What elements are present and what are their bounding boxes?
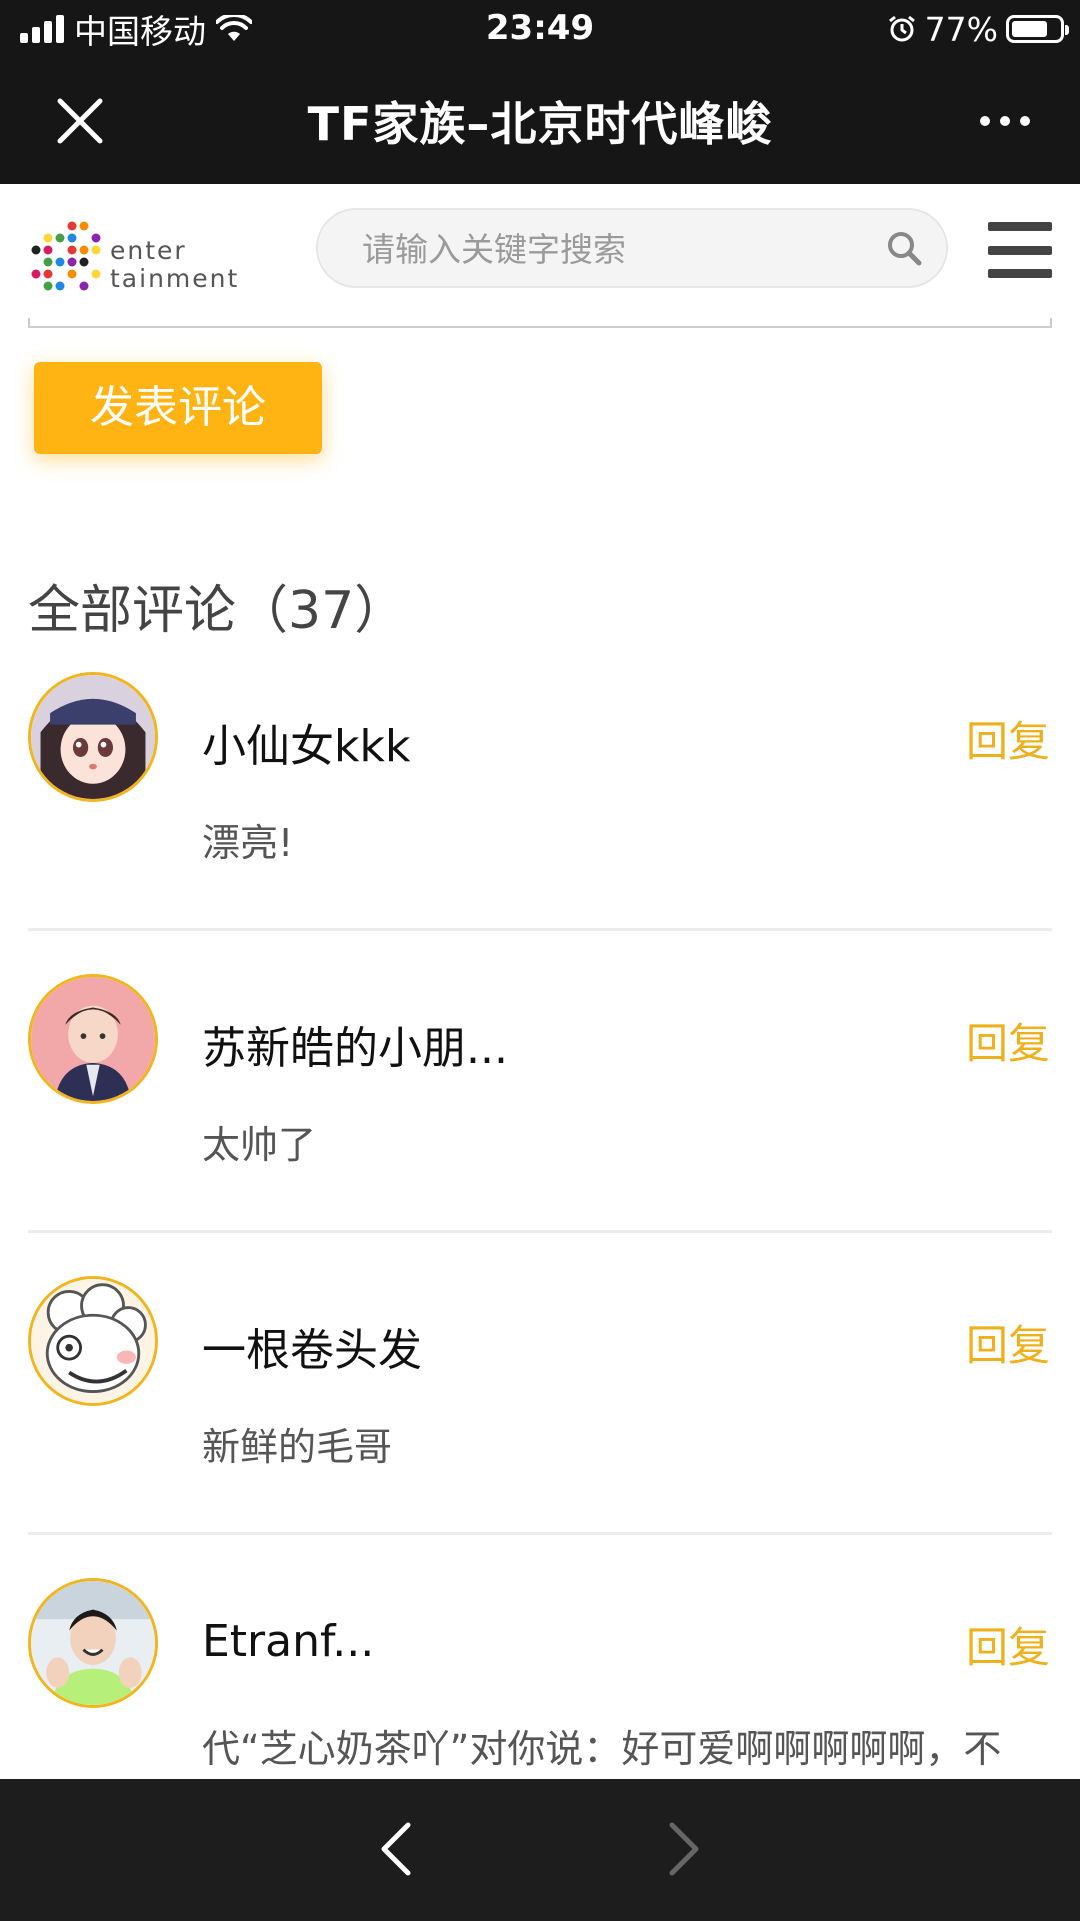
comment-divider bbox=[28, 1532, 1052, 1535]
hamburger-menu-icon[interactable] bbox=[988, 222, 1052, 278]
site-logo[interactable]: enter tainment bbox=[28, 212, 248, 302]
comment-text: 漂亮! bbox=[202, 821, 294, 865]
more-icon[interactable] bbox=[980, 116, 1030, 126]
logo-dot bbox=[67, 245, 77, 255]
comment-divider bbox=[28, 1230, 1052, 1233]
boy-suit-avatar-icon bbox=[31, 977, 155, 1101]
comment-author[interactable]: Etranf... bbox=[202, 1616, 374, 1667]
search-icon[interactable] bbox=[884, 228, 924, 268]
avatar[interactable] bbox=[28, 672, 158, 802]
logo-dot bbox=[67, 257, 77, 267]
comment-text: 太帅了 bbox=[202, 1123, 317, 1167]
logo-dot bbox=[43, 233, 53, 243]
header-divider bbox=[28, 318, 1052, 328]
battery-fill bbox=[1012, 21, 1048, 37]
avatar[interactable] bbox=[28, 1276, 158, 1406]
status-bar: 中国移动 23:49 77% bbox=[0, 0, 1080, 58]
page-title: TF家族–北京时代峰峻 bbox=[307, 97, 773, 151]
comment-item: 一根卷头发 回复 新鲜的毛哥 bbox=[0, 1276, 1080, 1578]
comments-heading: 全部评论（37） bbox=[28, 581, 407, 641]
logo-dot bbox=[43, 281, 53, 291]
logo-dot bbox=[91, 245, 101, 255]
reply-button[interactable]: 回复 bbox=[966, 708, 1050, 769]
status-right: 77% bbox=[887, 8, 1069, 50]
comment-item: 小仙女kkk 回复 漂亮! bbox=[0, 672, 1080, 974]
logo-dot bbox=[31, 245, 41, 255]
logo-dot bbox=[31, 269, 41, 279]
logo-dot bbox=[91, 269, 101, 279]
logo-dot bbox=[43, 245, 53, 255]
logo-dot bbox=[67, 221, 77, 231]
cartoon-sheep-avatar-icon bbox=[31, 1279, 155, 1403]
comment-author[interactable]: 一根卷头发 bbox=[202, 1314, 422, 1378]
logo-dot bbox=[43, 257, 53, 267]
reply-button[interactable]: 回复 bbox=[966, 1614, 1050, 1675]
nav-bar: TF家族–北京时代峰峻 bbox=[0, 58, 1080, 184]
browser-toolbar bbox=[0, 1779, 1080, 1921]
comment-item: 苏新皓的小朋... 回复 太帅了 bbox=[0, 974, 1080, 1276]
search-input[interactable] bbox=[362, 226, 842, 272]
logo-dot bbox=[67, 269, 77, 279]
comment-author[interactable]: 苏新皓的小朋... bbox=[202, 1012, 508, 1076]
alarm-icon bbox=[888, 15, 915, 42]
logo-text-tainment: tainment bbox=[110, 264, 240, 293]
comment-text: 代“芝心奶茶吖”对你说：好可爱啊啊啊啊啊，不 bbox=[202, 1727, 1002, 1771]
battery-percent: 77% bbox=[924, 9, 998, 49]
avatar[interactable] bbox=[28, 1578, 158, 1708]
back-arrow-icon[interactable] bbox=[370, 1819, 420, 1879]
logo-dot bbox=[79, 245, 89, 255]
site-header: enter tainment bbox=[0, 184, 1080, 328]
post-comment-button[interactable]: 发表评论 bbox=[34, 362, 322, 454]
logo-dot bbox=[55, 257, 65, 267]
comment-author[interactable]: 小仙女kkk bbox=[202, 710, 410, 774]
comment-divider bbox=[28, 928, 1052, 931]
logo-dot bbox=[55, 281, 65, 291]
avatar[interactable] bbox=[28, 974, 158, 1104]
logo-text-enter: enter bbox=[110, 236, 187, 265]
boy-clapping-avatar-icon bbox=[31, 1581, 155, 1705]
anime-girl-avatar-icon bbox=[31, 675, 155, 799]
forward-arrow-icon[interactable] bbox=[660, 1819, 710, 1879]
reply-button[interactable]: 回复 bbox=[966, 1312, 1050, 1373]
reply-button[interactable]: 回复 bbox=[966, 1010, 1050, 1071]
logo-dot bbox=[79, 257, 89, 267]
comment-text: 新鲜的毛哥 bbox=[202, 1425, 393, 1469]
logo-dot bbox=[91, 233, 101, 243]
logo-dot bbox=[43, 269, 53, 279]
logo-dot bbox=[67, 233, 77, 243]
logo-dot bbox=[79, 221, 89, 231]
battery-icon bbox=[1006, 15, 1069, 43]
logo-dot bbox=[55, 233, 65, 243]
logo-dots-icon bbox=[31, 221, 101, 291]
logo-dot bbox=[79, 281, 89, 291]
search-box[interactable] bbox=[316, 208, 948, 288]
